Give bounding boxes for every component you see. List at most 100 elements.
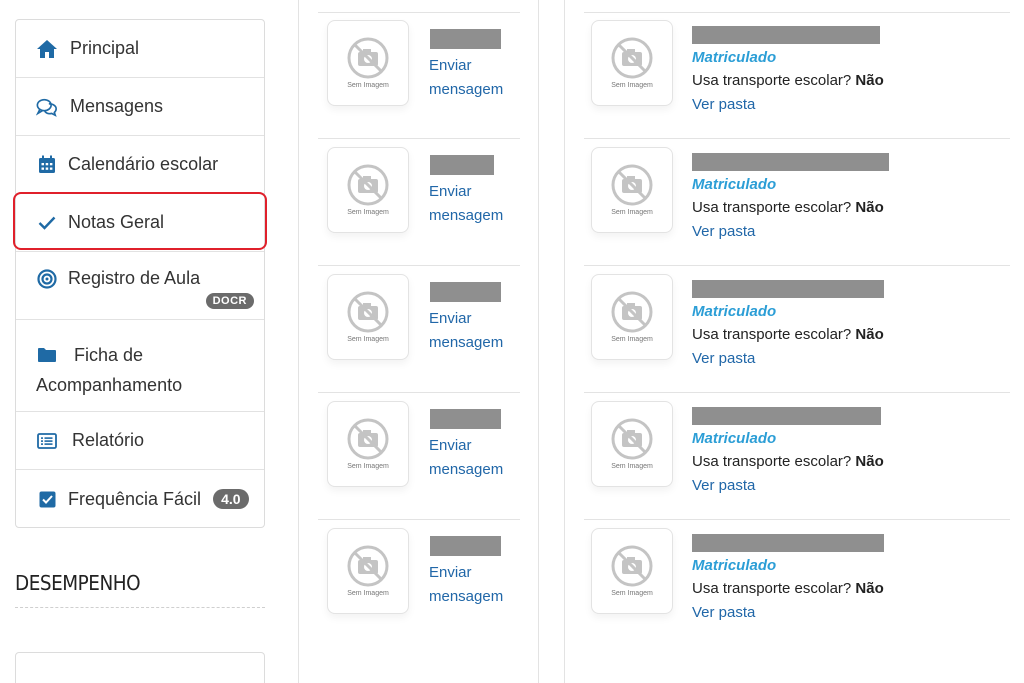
view-folder-link[interactable]: Ver pasta xyxy=(692,347,755,371)
no-image-icon xyxy=(611,37,653,79)
target-icon xyxy=(36,268,58,290)
status-label: Matriculado xyxy=(692,303,777,320)
no-image-placeholder: Sem Imagem xyxy=(591,147,673,233)
sidebar-item-registro-de-aula[interactable]: Registro de Aula DOCR xyxy=(16,252,264,320)
row-divider xyxy=(584,12,1010,13)
row-divider xyxy=(584,519,1010,520)
check-icon xyxy=(36,212,58,234)
sidebar-item-label: Notas Geral xyxy=(68,212,165,232)
no-image-caption: Sem Imagem xyxy=(611,82,653,89)
redacted-name xyxy=(430,282,501,302)
send-message-link[interactable]: Enviar mensagem xyxy=(429,434,503,482)
redacted-name xyxy=(430,155,494,175)
status-label: Matriculado xyxy=(692,176,777,193)
sidebar-item-label: Registro de Aula xyxy=(68,268,201,288)
sidebar-item-label: Frequência Fácil xyxy=(68,488,202,509)
list-icon xyxy=(36,430,58,452)
redacted-name xyxy=(692,534,884,552)
send-message-link[interactable]: Enviar mensagem xyxy=(429,307,503,355)
view-folder-link[interactable]: Ver pasta xyxy=(692,601,755,625)
send-message-link[interactable]: Enviar mensagem xyxy=(429,180,503,228)
sidebar-item-relatorio[interactable]: Relatório xyxy=(16,412,264,470)
transport-info: Usa transporte escolar? Não xyxy=(692,453,884,470)
no-image-placeholder: Sem Imagem xyxy=(327,274,409,360)
no-image-icon xyxy=(347,164,389,206)
no-image-icon xyxy=(611,418,653,460)
send-message-link[interactable]: Enviar mensagem xyxy=(429,54,503,102)
no-image-placeholder: Sem Imagem xyxy=(327,528,409,614)
no-image-caption: Sem Imagem xyxy=(611,209,653,216)
row-divider xyxy=(318,265,520,266)
sidebar-item-label-line2: Acompanhamento xyxy=(36,375,183,395)
no-image-icon xyxy=(611,291,653,333)
no-image-caption: Sem Imagem xyxy=(347,82,389,89)
sidebar-item-mensagens[interactable]: Mensagens xyxy=(16,78,264,136)
no-image-icon xyxy=(347,291,389,333)
redacted-name xyxy=(692,153,889,171)
sidebar-item-ficha-de-acompanhamento[interactable]: Ficha de Acompanhamento xyxy=(16,320,264,412)
checkbox-icon xyxy=(36,488,58,510)
sidebar-item-notas-geral[interactable]: Notas Geral xyxy=(16,194,264,252)
sidebar-item-calendario[interactable]: Calendário escolar xyxy=(16,136,264,194)
sidebar-menu: Principal Mensagens Calendário escolar N… xyxy=(15,19,265,528)
status-label: Matriculado xyxy=(692,557,777,574)
no-image-icon xyxy=(347,37,389,79)
view-folder-link[interactable]: Ver pasta xyxy=(692,474,755,498)
column-divider xyxy=(538,0,539,683)
redacted-name xyxy=(692,280,884,298)
sidebar-item-label-line1: Ficha de xyxy=(74,345,144,365)
send-message-link[interactable]: Enviar mensagem xyxy=(429,561,503,609)
sidebar-item-label: Relatório xyxy=(72,430,145,450)
redacted-name xyxy=(430,409,501,429)
no-image-placeholder: Sem Imagem xyxy=(591,20,673,106)
redacted-name xyxy=(430,536,501,556)
view-folder-link[interactable]: Ver pasta xyxy=(692,220,755,244)
no-image-placeholder: Sem Imagem xyxy=(327,147,409,233)
transport-info: Usa transporte escolar? Não xyxy=(692,199,884,216)
no-image-caption: Sem Imagem xyxy=(347,590,389,597)
row-divider xyxy=(584,265,1010,266)
status-label: Matriculado xyxy=(692,49,777,66)
redacted-name xyxy=(430,29,501,49)
row-divider xyxy=(318,12,520,13)
redacted-name xyxy=(692,26,880,44)
chat-icon xyxy=(36,96,58,118)
transport-info: Usa transporte escolar? Não xyxy=(692,580,884,597)
no-image-placeholder: Sem Imagem xyxy=(591,401,673,487)
calendar-icon xyxy=(36,154,58,176)
row-divider xyxy=(318,519,520,520)
no-image-placeholder: Sem Imagem xyxy=(591,528,673,614)
sidebar-item-label: Calendário escolar xyxy=(68,154,219,174)
docr-badge: DOCR xyxy=(205,293,254,309)
version-badge: 4.0 xyxy=(213,489,249,509)
no-image-placeholder: Sem Imagem xyxy=(591,274,673,360)
no-image-icon xyxy=(611,545,653,587)
section-divider xyxy=(15,607,265,608)
home-icon xyxy=(36,38,58,60)
section-title: DESEMPENHO xyxy=(15,571,141,595)
sidebar-item-label: Principal xyxy=(70,38,140,58)
sidebar-item-principal[interactable]: Principal xyxy=(16,20,264,78)
row-divider xyxy=(318,392,520,393)
no-image-caption: Sem Imagem xyxy=(347,463,389,470)
transport-info: Usa transporte escolar? Não xyxy=(692,72,884,89)
performance-card xyxy=(15,652,265,683)
transport-info: Usa transporte escolar? Não xyxy=(692,326,884,343)
no-image-caption: Sem Imagem xyxy=(611,336,653,343)
column-divider xyxy=(298,0,299,683)
redacted-name xyxy=(692,407,881,425)
row-divider xyxy=(584,138,1010,139)
column-divider xyxy=(564,0,565,683)
row-divider xyxy=(318,138,520,139)
status-label: Matriculado xyxy=(692,430,777,447)
no-image-icon xyxy=(347,418,389,460)
row-divider xyxy=(584,392,1010,393)
no-image-caption: Sem Imagem xyxy=(347,336,389,343)
sidebar-item-frequencia-facil[interactable]: Frequência Fácil 4.0 xyxy=(16,470,264,528)
no-image-placeholder: Sem Imagem xyxy=(327,20,409,106)
no-image-caption: Sem Imagem xyxy=(611,463,653,470)
no-image-caption: Sem Imagem xyxy=(611,590,653,597)
view-folder-link[interactable]: Ver pasta xyxy=(692,93,755,117)
no-image-icon xyxy=(611,164,653,206)
no-image-icon xyxy=(347,545,389,587)
